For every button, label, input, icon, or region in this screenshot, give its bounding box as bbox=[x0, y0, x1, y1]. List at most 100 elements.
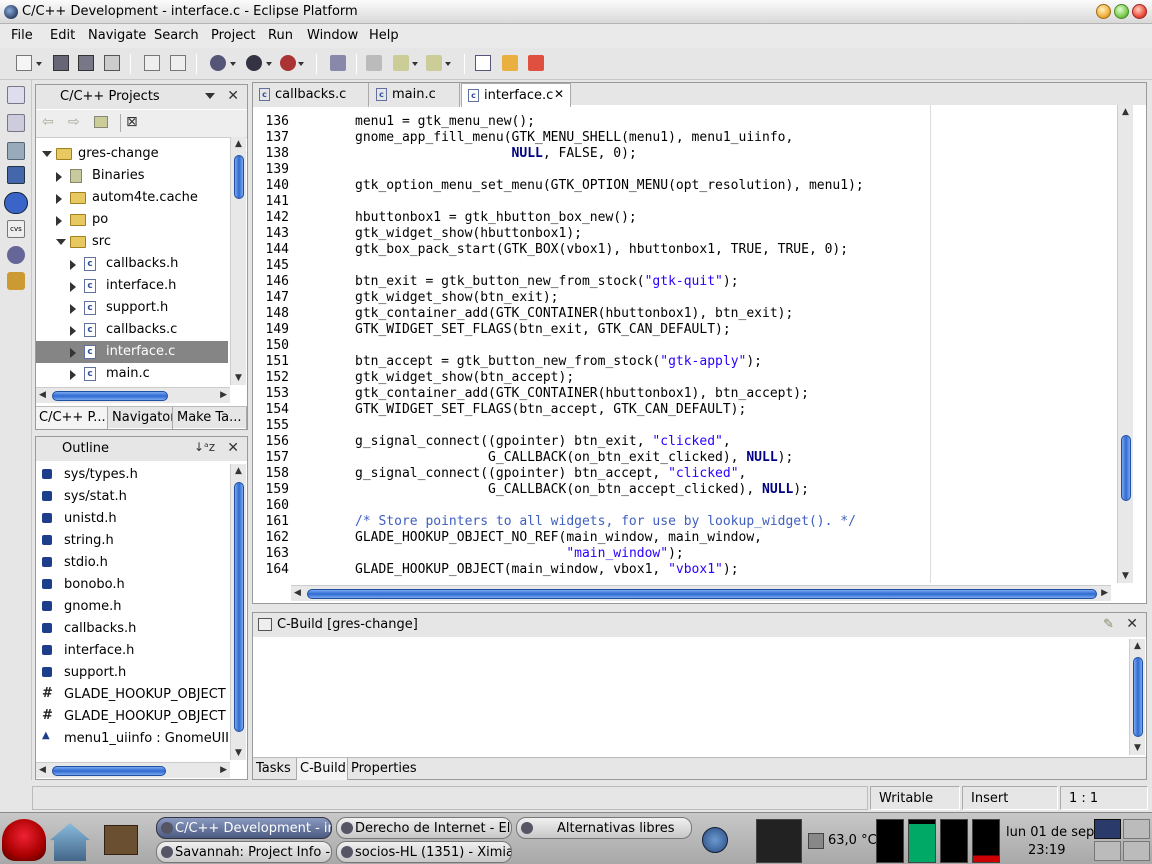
run-icon[interactable] bbox=[246, 55, 262, 71]
outline-item[interactable]: unistd.h bbox=[36, 508, 228, 530]
expanded-arrow-icon[interactable] bbox=[56, 239, 66, 245]
tab-tasks[interactable]: Tasks bbox=[253, 758, 297, 780]
scroll-thumb[interactable] bbox=[1121, 435, 1131, 501]
new-project-icon[interactable] bbox=[144, 55, 160, 71]
sort-icon[interactable]: ↓ᵃz bbox=[194, 440, 215, 454]
back-dropdown-arrow[interactable] bbox=[412, 62, 418, 66]
debug-icon[interactable] bbox=[210, 55, 226, 71]
close-icon[interactable]: ✕ bbox=[227, 440, 239, 456]
new-icon[interactable] bbox=[16, 55, 32, 71]
external-tools-dropdown-arrow[interactable] bbox=[298, 62, 304, 66]
tree-item[interactable]: autom4te.cache bbox=[36, 187, 228, 209]
menu-project[interactable]: Project bbox=[211, 28, 255, 43]
step-over-icon[interactable] bbox=[528, 55, 544, 71]
java-perspective-icon[interactable] bbox=[7, 142, 25, 160]
outline-item[interactable]: callbacks.h bbox=[36, 618, 228, 640]
maximize-button[interactable] bbox=[1114, 4, 1129, 19]
new-dropdown-arrow[interactable] bbox=[36, 62, 42, 66]
scroll-down-arrow-icon[interactable]: ▼ bbox=[1134, 743, 1141, 753]
team-perspective-icon[interactable] bbox=[7, 272, 25, 290]
workspace-3[interactable] bbox=[1094, 841, 1121, 861]
menu-edit[interactable]: Edit bbox=[50, 28, 75, 43]
outline-item[interactable]: string.h bbox=[36, 530, 228, 552]
outline-item[interactable]: gnome.h bbox=[36, 596, 228, 618]
open-type-icon[interactable] bbox=[330, 55, 346, 71]
scroll-left-arrow-icon[interactable]: ◀ bbox=[294, 588, 301, 598]
checkmark-icon[interactable] bbox=[702, 827, 728, 853]
outline-item[interactable]: stdio.h bbox=[36, 552, 228, 574]
back-arrow-icon[interactable]: ⇦ bbox=[42, 114, 54, 130]
scroll-thumb[interactable] bbox=[52, 766, 166, 776]
collapsed-arrow-icon[interactable] bbox=[70, 304, 76, 314]
taskbar-window-alternativas[interactable]: Alternativas libres bbox=[516, 817, 692, 839]
save-all-icon[interactable] bbox=[78, 55, 94, 71]
collapse-all-icon[interactable]: ⊠ bbox=[126, 114, 138, 130]
tree-item[interactable]: c support.h bbox=[36, 297, 228, 319]
tree-item[interactable]: c interface.c bbox=[36, 341, 228, 363]
collapsed-arrow-icon[interactable] bbox=[56, 216, 62, 226]
workspace-switcher[interactable] bbox=[1094, 819, 1150, 861]
workspace-2[interactable] bbox=[1123, 819, 1150, 839]
redhat-menu-icon[interactable] bbox=[2, 819, 46, 861]
view-menu-icon[interactable] bbox=[205, 93, 215, 99]
scroll-thumb[interactable] bbox=[307, 589, 1097, 599]
editor-horizontal-scrollbar[interactable]: ◀ ▶ bbox=[291, 585, 1111, 601]
tab-properties[interactable]: Properties bbox=[348, 758, 418, 780]
plugin-perspective-icon[interactable] bbox=[7, 246, 25, 264]
outline-item[interactable]: bonobo.h bbox=[36, 574, 228, 596]
menu-help[interactable]: Help bbox=[369, 28, 399, 43]
menu-file[interactable]: File bbox=[11, 28, 33, 43]
close-icon[interactable]: ✕ bbox=[1126, 616, 1138, 632]
expanded-arrow-icon[interactable] bbox=[42, 151, 52, 157]
scroll-thumb[interactable] bbox=[234, 482, 244, 732]
collapsed-arrow-icon[interactable] bbox=[56, 194, 62, 204]
tree-item[interactable]: Binaries bbox=[36, 165, 228, 187]
tree-item[interactable]: po bbox=[36, 209, 228, 231]
last-edit-icon[interactable] bbox=[366, 55, 382, 71]
open-perspective-icon[interactable] bbox=[7, 86, 25, 104]
tree-item[interactable]: c main.c bbox=[36, 363, 228, 385]
taskbar-window-eclipse[interactable]: C/C++ Development - interface.c bbox=[156, 817, 332, 839]
drawer-icon[interactable] bbox=[104, 825, 138, 855]
taskbar-window-derecho[interactable]: Derecho de Internet - El De bbox=[336, 817, 512, 839]
cpp-perspective-icon[interactable] bbox=[4, 192, 28, 214]
outline-item[interactable]: interface.h bbox=[36, 640, 228, 662]
menu-navigate[interactable]: Navigate bbox=[88, 28, 146, 43]
outline-item[interactable]: # GLADE_HOOKUP_OBJECT bbox=[36, 684, 228, 706]
menu-search[interactable]: Search bbox=[154, 28, 199, 43]
tab-make-targets[interactable]: Make Ta... bbox=[174, 407, 247, 429]
scroll-right-arrow-icon[interactable]: ▶ bbox=[1101, 588, 1108, 598]
collapsed-arrow-icon[interactable] bbox=[56, 172, 62, 182]
editor-vertical-scrollbar[interactable]: ▲ ▼ bbox=[1117, 105, 1133, 583]
collapsed-arrow-icon[interactable] bbox=[70, 260, 76, 270]
tab-cpp-projects[interactable]: C/C++ P... bbox=[36, 407, 108, 429]
forward-icon[interactable] bbox=[426, 55, 442, 71]
minimize-button[interactable] bbox=[1096, 4, 1111, 19]
scroll-down-arrow-icon[interactable]: ▼ bbox=[235, 748, 242, 758]
outline-item[interactable]: ▲ menu1_uiinfo : GnomeUIInfo bbox=[36, 728, 228, 750]
scroll-left-arrow-icon[interactable]: ◀ bbox=[39, 765, 46, 775]
scroll-left-arrow-icon[interactable]: ◀ bbox=[39, 390, 46, 400]
run-dropdown-arrow[interactable] bbox=[266, 62, 272, 66]
editor-tab-interface[interactable]: c interface.c ✕ bbox=[461, 83, 571, 107]
save-icon[interactable] bbox=[53, 55, 69, 71]
scroll-thumb[interactable] bbox=[234, 155, 244, 199]
outline-horizontal-scrollbar[interactable]: ◀ ▶ bbox=[36, 762, 230, 778]
tab-c-build[interactable]: C-Build bbox=[297, 758, 348, 780]
scroll-up-arrow-icon[interactable]: ▲ bbox=[235, 466, 242, 476]
projects-vertical-scrollbar[interactable]: ▲ ▼ bbox=[230, 137, 246, 385]
console-vertical-scrollbar[interactable]: ▲ ▼ bbox=[1129, 639, 1145, 755]
external-tools-icon[interactable] bbox=[280, 55, 296, 71]
workspace-1[interactable] bbox=[1094, 819, 1121, 839]
close-icon[interactable]: ✕ bbox=[227, 88, 239, 104]
menu-window[interactable]: Window bbox=[307, 28, 358, 43]
tab-navigator[interactable]: Navigator bbox=[109, 407, 173, 429]
collapsed-arrow-icon[interactable] bbox=[70, 326, 76, 336]
workspace-4[interactable] bbox=[1123, 841, 1150, 861]
resource-perspective-icon[interactable] bbox=[7, 114, 25, 132]
scroll-right-arrow-icon[interactable]: ▶ bbox=[220, 390, 227, 400]
editor-tab-callbacks[interactable]: c callbacks.c bbox=[253, 83, 369, 107]
forward-arrow-icon[interactable]: ⇨ bbox=[68, 114, 80, 130]
close-tab-icon[interactable]: ✕ bbox=[554, 87, 564, 101]
editor-tab-main[interactable]: c main.c bbox=[370, 83, 460, 107]
